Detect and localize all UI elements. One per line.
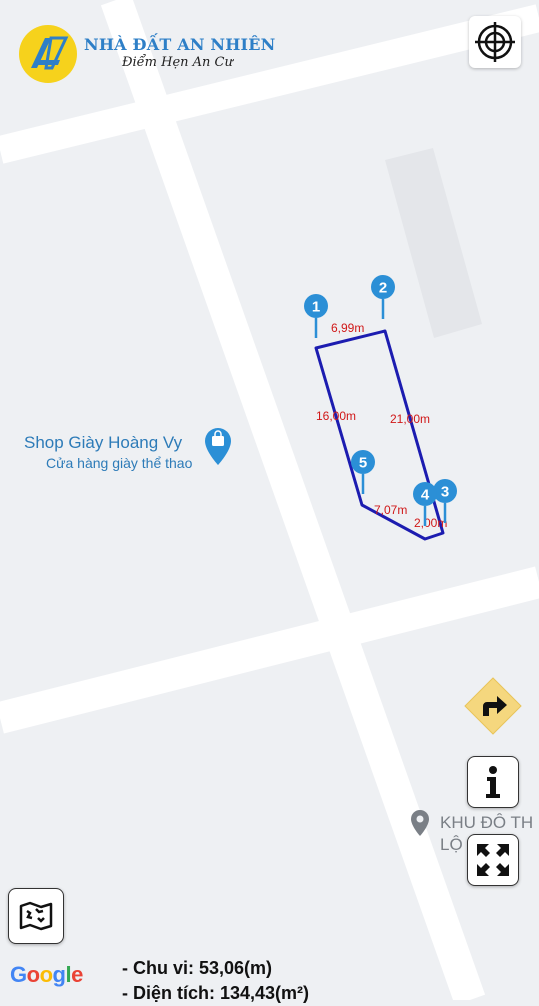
- logo: [19, 25, 77, 83]
- brand-slogan: Điểm Hẹn An Cư: [122, 55, 233, 70]
- my-location-button[interactable]: [469, 16, 521, 68]
- google-letter: o: [39, 962, 53, 987]
- direction-icon: [464, 677, 522, 735]
- directions-button[interactable]: [463, 676, 523, 736]
- google-letter: G: [10, 962, 27, 987]
- expand-icon: [477, 844, 509, 876]
- edge-label-1-2: 6,99m: [331, 321, 364, 335]
- marker-label: 3: [441, 484, 449, 501]
- edge-label-5-1: 16,00m: [316, 409, 356, 423]
- parcel-summary: - Chu vi: 53,06(m) - Diện tích: 134,43(m…: [122, 956, 309, 1006]
- map-canvas[interactable]: 6,99m 21,00m 2,00m 7,07m 16,00m 1 2 3 4: [0, 0, 539, 1000]
- marker-label: 2: [379, 280, 387, 297]
- info-icon: [486, 766, 500, 798]
- marker-label: 1: [312, 299, 320, 316]
- crosshair-icon: [475, 22, 515, 62]
- edge-label-3-4: 2,00m: [414, 516, 447, 530]
- map-type-button[interactable]: [8, 888, 64, 944]
- brand-header: NHÀ ĐẤT AN NHIÊN Điểm Hẹn An Cư: [18, 24, 275, 84]
- marker-label: 4: [421, 487, 430, 504]
- fullscreen-button[interactable]: [467, 834, 519, 886]
- map-type-icon: [19, 901, 53, 931]
- google-letter: o: [26, 962, 40, 987]
- perimeter-text: - Chu vi: 53,06(m): [122, 958, 273, 978]
- poi-area-line1: KHU ĐÔ TH: [440, 813, 533, 832]
- google-letter: g: [52, 962, 66, 987]
- area-text: - Diện tích: 134,43(m²): [122, 983, 310, 1003]
- poi-shop-name: Shop Giày Hoàng Vy: [24, 433, 183, 452]
- poi-shop-category: Cửa hàng giày thể thao: [46, 455, 193, 471]
- marker-label: 5: [359, 455, 367, 472]
- brand-name: NHÀ ĐẤT AN NHIÊN: [84, 35, 276, 54]
- edge-label-4-5: 7,07m: [374, 503, 407, 517]
- info-button[interactable]: [467, 756, 519, 808]
- edge-label-2-3: 21,00m: [390, 412, 430, 426]
- google-letter: e: [71, 962, 83, 987]
- google-logo: Google: [10, 962, 83, 988]
